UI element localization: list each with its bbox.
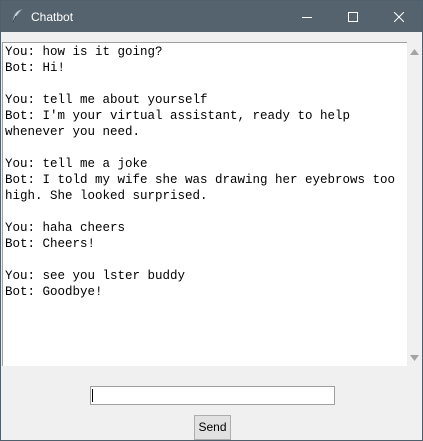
maximize-icon [348,11,358,22]
arrow-up-icon [410,42,419,60]
arrow-down-icon [410,348,419,366]
chat-scrollbar[interactable] [407,42,422,365]
text-caret [92,389,93,402]
feather-icon [10,9,24,23]
scroll-down-button[interactable] [407,349,422,364]
chat-transcript: You: how is it going? Bot: Hi! You: tell… [5,45,396,299]
chat-transcript-area[interactable]: You: how is it going? Bot: Hi! You: tell… [2,42,407,366]
minimize-button[interactable] [284,1,330,32]
minimize-icon [302,12,312,22]
maximize-button[interactable] [330,1,376,32]
close-icon [394,11,404,22]
chatbot-window: Chatbot You: how is it going? Bot: Hi! Y… [0,0,423,441]
title-bar[interactable]: Chatbot [1,1,422,32]
close-button[interactable] [376,1,422,32]
scroll-track[interactable] [407,59,422,348]
scroll-up-button[interactable] [407,43,422,58]
message-input[interactable] [90,386,335,405]
send-button[interactable]: Send [194,415,231,440]
window-title: Chatbot [31,10,74,24]
